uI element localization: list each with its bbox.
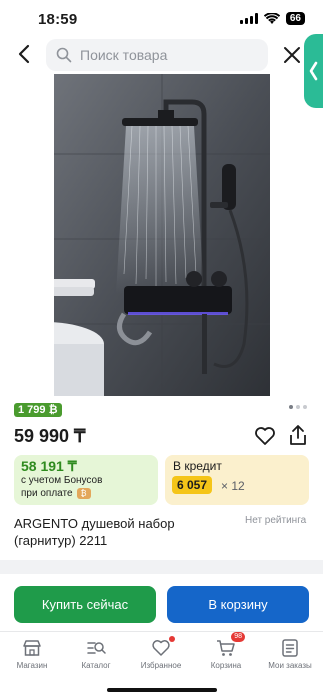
tab-favorites[interactable]: Избранное: [129, 636, 193, 670]
buy-now-button[interactable]: Купить сейчас: [14, 586, 156, 623]
bonus-price-card[interactable]: 58 191 ₸ с учетом Бонусов при оплате ₿: [14, 455, 158, 505]
bonus-note-text: при оплате: [21, 488, 73, 499]
tab-label: Магазин: [16, 661, 48, 670]
share-icon[interactable]: [288, 424, 308, 446]
orders-icon: [282, 639, 298, 657]
catalog-icon: [87, 642, 106, 654]
tab-label: Избранное: [140, 661, 182, 670]
heart-icon: [152, 640, 170, 656]
image-pagination: [289, 405, 307, 409]
wifi-icon: [263, 12, 280, 24]
side-panel-tab[interactable]: [304, 34, 323, 108]
bonus-coin-icon: ₿: [76, 488, 91, 499]
search-placeholder: Поиск товара: [80, 47, 168, 63]
bonus-price: 58 191 ₸: [21, 458, 77, 474]
battery-icon: 66: [285, 12, 305, 25]
close-icon[interactable]: [279, 42, 305, 68]
status-icons: 66: [239, 12, 305, 25]
bonus-note-line1: с учетом Бонусов: [21, 475, 103, 486]
notification-dot: [169, 636, 175, 642]
favorites-icon-wrap: [151, 636, 175, 658]
tab-catalog[interactable]: Каталог: [64, 638, 128, 670]
tab-label: Корзина: [210, 661, 242, 670]
bonus-note-line2: при оплате ₿: [21, 488, 91, 499]
top-bar: Поиск товара: [0, 38, 323, 72]
tab-shop[interactable]: Магазин: [0, 638, 64, 670]
pagination-dot: [289, 405, 293, 409]
tab-label: Мои заказы: [268, 661, 312, 670]
status-time: 18:59: [38, 11, 78, 28]
search-input[interactable]: Поиск товара: [46, 39, 268, 71]
cart-icon-wrap: 98: [216, 632, 245, 658]
section-divider: [0, 560, 323, 574]
add-to-cart-button[interactable]: В корзину: [167, 586, 309, 623]
product-price: 59 990 ₸: [14, 426, 86, 446]
signal-icon: [239, 13, 258, 24]
back-arrow-icon[interactable]: [14, 43, 36, 65]
product-title: ARGENTO душевой набор (гарнитур) 2211: [14, 516, 175, 548]
pagination-dot: [296, 405, 300, 409]
shop-icon: [23, 640, 41, 656]
credit-label: В кредит: [173, 459, 222, 473]
chevron-left-icon: [309, 61, 318, 81]
tab-orders[interactable]: Мои заказы: [258, 638, 322, 670]
favorite-heart-icon[interactable]: [254, 426, 276, 446]
home-indicator: [107, 688, 217, 692]
search-icon: [56, 47, 72, 63]
tab-cart[interactable]: 98 Корзина: [194, 632, 258, 670]
credit-card[interactable]: В кредит 6 057 × 12: [165, 455, 309, 505]
pagination-dot: [303, 405, 307, 409]
status-bar: 18:59 66: [0, 0, 323, 38]
bonus-badge: 1 799 ₿: [14, 403, 62, 417]
rating-status[interactable]: Нет рейтинга: [245, 515, 306, 526]
tab-label: Каталог: [81, 661, 111, 670]
credit-months: × 12: [221, 479, 245, 493]
product-image[interactable]: [54, 74, 270, 396]
cart-count-badge: 98: [231, 632, 245, 642]
credit-monthly: 6 057: [172, 476, 213, 494]
